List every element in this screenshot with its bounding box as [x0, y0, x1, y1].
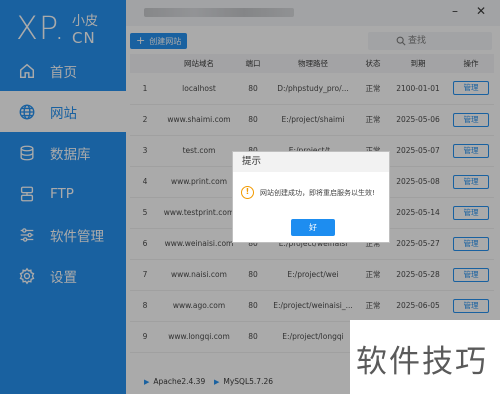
dialog-title: 提示 [233, 152, 389, 172]
alert-dialog: 提示 ! 网站创建成功，即将重启服务以生效! 好 [232, 151, 390, 243]
dialog-message: 网站创建成功，即将重启服务以生效! [260, 189, 375, 197]
ok-button[interactable]: 好 [291, 219, 335, 236]
dialog-body: ! 网站创建成功，即将重启服务以生效! [233, 172, 389, 216]
warning-icon: ! [241, 186, 254, 199]
watermark-text: 软件技巧 [356, 344, 488, 380]
